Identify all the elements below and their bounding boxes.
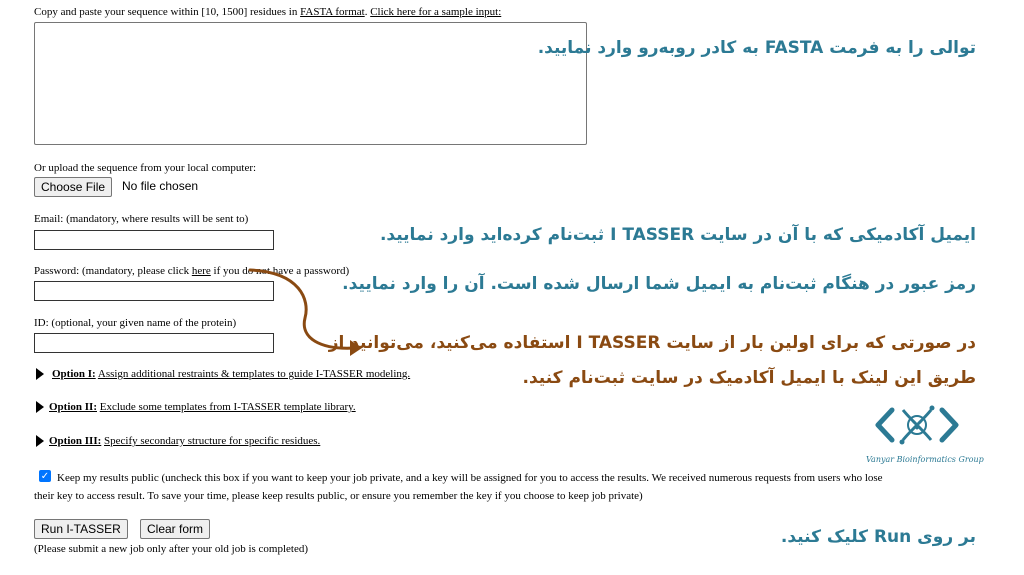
dna-logo-icon <box>875 405 959 445</box>
vanyar-logo: Vanyar Bioinformatics Group <box>866 400 984 466</box>
logo-text: Vanyar Bioinformatics Group <box>866 455 984 464</box>
curved-arrow-icon <box>248 268 362 356</box>
